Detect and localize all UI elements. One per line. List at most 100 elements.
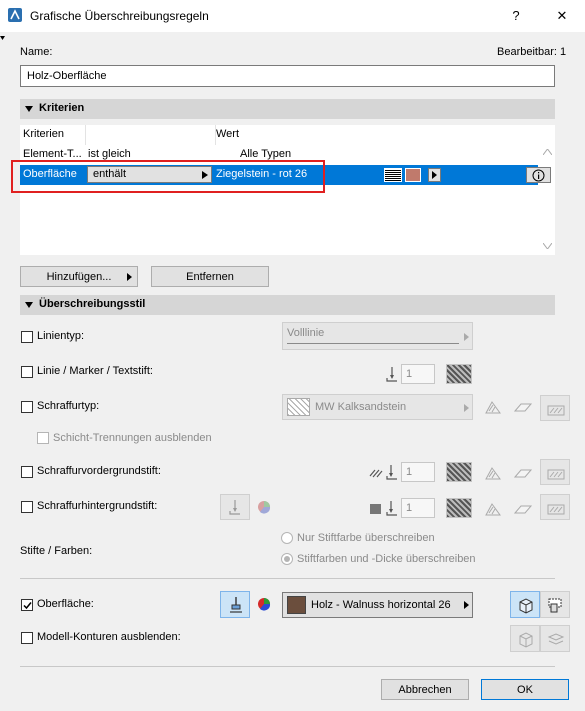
row-value: Alle Typen (240, 148, 292, 160)
add-criterion-button[interactable]: Hinzufügen... (20, 266, 138, 287)
surface-swatch (287, 596, 306, 614)
drafting-fill-icon (547, 469, 565, 480)
linetype-dropdown[interactable]: Volllinie (282, 322, 473, 350)
hide-layers-label: Schicht-Trennungen ausblenden (53, 432, 212, 444)
ok-button[interactable]: OK (481, 679, 569, 700)
pen-color-only-radio[interactable] (281, 532, 293, 544)
column-divider (85, 125, 86, 145)
fg-pen-number[interactable]: 1 (401, 462, 435, 482)
row-criterion: Element-T... (23, 148, 82, 160)
fg-pen-checkbox[interactable] (21, 466, 33, 478)
cube-contour-icon (519, 632, 533, 648)
editable-label: Bearbeitbar: 1 (497, 46, 567, 58)
collapse-triangle-icon (25, 106, 33, 112)
line-pen-swatch[interactable] (446, 364, 472, 384)
paint-brush-icon (230, 597, 242, 613)
fg-pen-swatch[interactable] (446, 462, 472, 482)
bg-pen-transparent-button[interactable] (220, 494, 250, 520)
drafting-fill-button[interactable] (540, 459, 570, 485)
arrow-right-icon (127, 273, 132, 281)
fill-type-checkbox[interactable] (21, 401, 33, 413)
surface-value: Holz - Walnuss horizontal 26 (311, 599, 451, 611)
value-picker-button[interactable] (428, 168, 441, 182)
surface-paint-button[interactable] (220, 591, 250, 618)
surface-color-swatch[interactable] (405, 168, 421, 182)
linetype-value: Volllinie (287, 327, 325, 339)
contours-cube-button[interactable] (510, 625, 540, 652)
scroll-down-icon[interactable] (543, 243, 552, 249)
pen-color-weight-radio[interactable] (281, 553, 293, 565)
cut-fill-icon (485, 503, 501, 516)
remove-criterion-button[interactable]: Entfernen (151, 266, 269, 287)
fill-type-value: MW Kalksandstein (315, 401, 407, 413)
pen-icon (229, 500, 240, 515)
info-icon (532, 169, 545, 182)
arrow-right-icon (432, 171, 437, 179)
info-button[interactable] (526, 167, 551, 183)
style-section-title: Überschreibungsstil (39, 298, 146, 310)
linetype-checkbox[interactable] (21, 331, 33, 343)
cut-fill-icon (485, 401, 501, 414)
color-wheel-icon[interactable] (257, 500, 271, 514)
drafting-fill-button[interactable] (540, 395, 570, 421)
surface-checkbox[interactable] (21, 599, 33, 611)
archicad-app-icon (8, 8, 22, 22)
bg-pen-label: Schraffurhintergrundstift: (37, 500, 158, 512)
style-section-header[interactable]: Überschreibungsstil (20, 295, 555, 315)
contours-layers-button[interactable] (540, 625, 570, 652)
dropdown-arrow-icon (464, 601, 469, 609)
close-button[interactable]: ✕ (547, 4, 577, 28)
cancel-button[interactable]: Abbrechen (381, 679, 469, 700)
pens-colors-label: Stifte / Farben: (20, 545, 93, 557)
override-surface-icon (548, 598, 562, 613)
fill-type-label: Schraffurtyp: (37, 400, 100, 412)
bg-pen-swatch[interactable] (446, 498, 472, 518)
line-pen-number[interactable]: 1 (401, 364, 435, 384)
cover-fill-icon (513, 469, 533, 478)
collapse-triangle-icon (25, 302, 33, 308)
scroll-up-icon[interactable] (543, 149, 552, 155)
hide-layers-checkbox[interactable] (37, 432, 49, 444)
color-wheel-icon[interactable] (257, 597, 271, 611)
surface-dropdown[interactable]: Holz - Walnuss horizontal 26 (282, 592, 473, 618)
hide-contours-label: Modell-Konturen ausblenden: (37, 631, 181, 643)
bg-pen-number[interactable]: 1 (401, 498, 435, 518)
name-label: Name: (20, 46, 53, 58)
corner-marker (0, 32, 5, 40)
fg-pen-label: Schraffurvordergrundstift: (37, 465, 161, 477)
window-title: Grafische Überschreibungsregeln (30, 9, 209, 23)
surface-all-faces-button[interactable] (510, 591, 540, 618)
separator (20, 666, 555, 667)
cube-faces-icon (519, 598, 533, 614)
surface-override-button[interactable] (540, 591, 570, 618)
highlight-frame (11, 160, 325, 193)
fill-pattern-swatch[interactable] (384, 168, 402, 182)
pen-color-only-label: Nur Stiftfarbe überschreiben (297, 532, 435, 544)
linetype-label: Linientyp: (37, 330, 85, 342)
radio-dot (284, 556, 290, 562)
line-pen-label: Linie / Marker / Textstift: (37, 365, 153, 377)
layers-contour-icon (547, 633, 565, 645)
criteria-section-title: Kriterien (39, 102, 85, 114)
foreground-pen-icon (369, 465, 397, 480)
criteria-section-header[interactable]: Kriterien (20, 99, 555, 119)
solid-line-preview (287, 343, 459, 344)
cover-fill-icon (513, 505, 533, 514)
hide-contours-checkbox[interactable] (21, 632, 33, 644)
column-divider (215, 125, 216, 145)
drafting-fill-button[interactable] (540, 494, 570, 520)
row-operator: ist gleich (88, 148, 131, 160)
name-field[interactable]: Holz-Oberfläche (20, 65, 555, 87)
cover-fill-icon (513, 403, 533, 412)
line-pen-checkbox[interactable] (21, 366, 33, 378)
dropdown-arrow-icon (464, 404, 469, 412)
hatch-preview (287, 398, 310, 416)
help-button[interactable]: ? (501, 4, 531, 28)
fill-type-dropdown[interactable]: MW Kalksandstein (282, 394, 473, 420)
column-header-value[interactable]: Wert (216, 128, 239, 140)
background-pen-icon (370, 501, 397, 516)
drafting-fill-icon (547, 405, 565, 416)
bg-pen-checkbox[interactable] (21, 501, 33, 513)
column-header-criteria[interactable]: Kriterien (23, 128, 64, 140)
pen-icon (386, 367, 397, 382)
